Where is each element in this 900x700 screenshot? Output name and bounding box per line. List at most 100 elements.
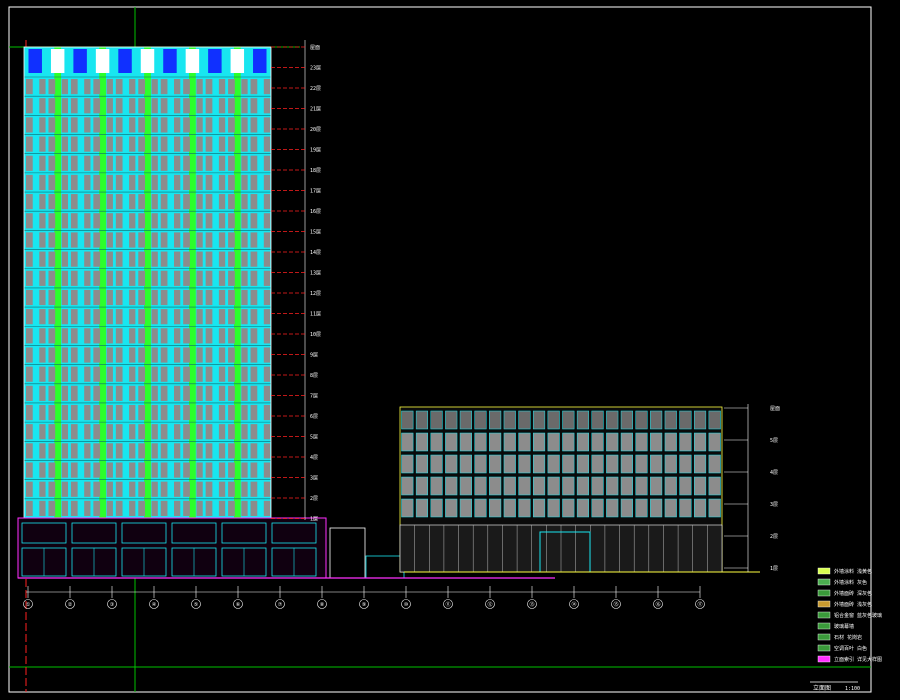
tower-wall-panel [241, 79, 248, 95]
tower-wall-panel [26, 385, 33, 401]
tower-wall-panel [241, 289, 248, 306]
tower-wall-panel [115, 424, 123, 440]
block-window-bay [518, 498, 531, 518]
block-window-bay [693, 498, 707, 518]
tower-wall-panel [151, 424, 158, 440]
block-window-bay [562, 454, 575, 474]
block-window-bay [532, 410, 546, 430]
tower-wall-panel [93, 232, 101, 248]
block-window-bay [503, 432, 516, 452]
tower-wall-panel [250, 98, 258, 114]
tower-crown-panel [253, 49, 267, 73]
tower-wall-panel [250, 174, 258, 191]
tower-wall-panel [129, 424, 136, 440]
axis-label: ⑰ [697, 601, 702, 608]
tower-wall-panel [70, 347, 78, 363]
block-window-bay [591, 454, 604, 474]
tower-wall-panel [129, 117, 136, 133]
tower-wall-panel [183, 328, 190, 344]
tower-level-label: 11层 [310, 312, 321, 318]
tower-wall-panel [250, 117, 258, 133]
block-window-bay [693, 454, 707, 474]
tower-wall-panel [129, 366, 136, 382]
tower-wall-panel [93, 481, 101, 497]
tower-wall-panel [218, 347, 226, 363]
tower-wall-panel [160, 328, 168, 344]
tower-wall-panel [263, 251, 271, 267]
tower-wall-panel [84, 347, 91, 363]
tower-wall-panel [129, 174, 136, 191]
tower-wall-panel [48, 481, 56, 497]
tower-wall-panel [151, 481, 158, 497]
tower-level-label: 5层 [310, 435, 318, 441]
tower-wall-panel [173, 404, 181, 421]
tower-wall-panel [151, 404, 158, 421]
block-window-bay [693, 410, 707, 430]
tower-wall-panel [70, 213, 78, 229]
tower-wall-panel [250, 347, 258, 363]
tower-wall-panel [218, 155, 226, 171]
tower-wall-panel [70, 251, 78, 267]
tower-wall-panel [196, 443, 203, 459]
tower-wall-panel [39, 481, 46, 497]
tower-wall-panel [160, 500, 168, 516]
axis-label: ⑨ [362, 602, 367, 608]
tower-wall-panel [106, 79, 113, 95]
block-window-bay [591, 410, 604, 430]
tower-wall-panel [173, 309, 181, 325]
block-window-bay [606, 476, 619, 496]
tower-wall-panel [160, 289, 168, 306]
axis-label: ③ [110, 602, 115, 608]
block-window-bay [445, 410, 458, 430]
tower-wall-panel [250, 79, 258, 95]
tower-wall-panel [26, 500, 33, 516]
tower-wall-panel [93, 309, 101, 325]
block-window-bay [708, 454, 721, 474]
tower-wall-panel [48, 424, 56, 440]
block-window-bay [606, 410, 619, 430]
tower-wall-panel [93, 213, 101, 229]
tower-wall-panel [263, 289, 271, 306]
tower-wall-panel [241, 213, 248, 229]
block-window-bay [562, 410, 575, 430]
tower-wall-panel [93, 289, 101, 306]
block-window-bay [591, 432, 604, 452]
tower-level-label: 17层 [310, 189, 321, 195]
tower-wall-panel [106, 289, 113, 306]
tower-green-band [54, 47, 62, 518]
block-window-bay [650, 454, 663, 474]
tower-wall-panel [61, 443, 69, 459]
tower-level-label: 16层 [310, 209, 321, 215]
tower-wall-panel [196, 289, 203, 306]
tower-green-band [144, 47, 151, 518]
tower-wall-panel [250, 155, 258, 171]
block-window-bay [708, 476, 721, 496]
block-window-bay [445, 454, 458, 474]
tower-wall-panel [138, 366, 146, 382]
tower-wall-panel [48, 213, 56, 229]
tower-wall-panel [26, 404, 33, 421]
tower-wall-panel [241, 98, 248, 114]
tower-wall-panel [84, 366, 91, 382]
tower-wall-panel [241, 500, 248, 516]
block-window-bay [518, 432, 531, 452]
block-window-bay [474, 476, 487, 496]
tower-wall-panel [48, 117, 56, 133]
tower-wall-panel [196, 328, 203, 344]
tower-wall-panel [196, 347, 203, 363]
tower-wall-panel [84, 424, 91, 440]
tower-wall-panel [115, 366, 123, 382]
tower-wall-panel [61, 194, 69, 210]
tower-level-label: 20层 [310, 127, 321, 133]
tower-wall-panel [183, 270, 190, 286]
tower-wall-panel [106, 213, 113, 229]
tower-wall-panel [93, 79, 101, 95]
tower-wall-panel [84, 270, 91, 286]
tower-wall-panel [70, 194, 78, 210]
tower-wall-panel [228, 309, 235, 325]
tower-wall-panel [106, 347, 113, 363]
tower-wall-panel [250, 251, 258, 267]
tower-wall-panel [48, 194, 56, 210]
tower-wall-panel [205, 174, 213, 191]
tower-wall-panel [39, 289, 46, 306]
